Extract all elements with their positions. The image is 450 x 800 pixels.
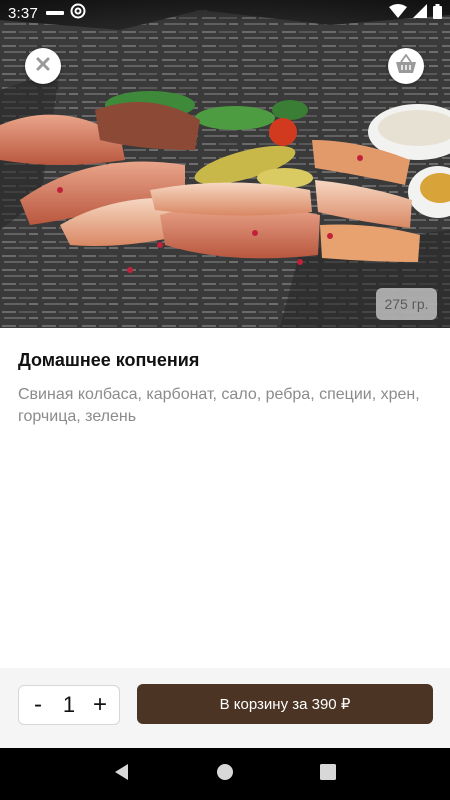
- recents-button[interactable]: [308, 754, 348, 794]
- product-photo-illustration: [0, 10, 450, 328]
- status-left-icons: [46, 3, 86, 23]
- back-button[interactable]: [102, 754, 142, 794]
- close-button[interactable]: [25, 48, 61, 84]
- home-button[interactable]: [205, 754, 245, 794]
- status-time: 3:37: [8, 4, 38, 22]
- quantity-value: 1: [62, 692, 76, 717]
- at-sign-icon: [70, 3, 86, 23]
- cart-button[interactable]: [388, 48, 424, 84]
- close-icon: [36, 57, 50, 76]
- bottom-action-bar: - 1 + В корзину за 390 ₽: [0, 668, 450, 748]
- decrement-button[interactable]: -: [27, 686, 49, 724]
- back-icon: [113, 763, 131, 786]
- product-description: Свиная колбаса, карбонат, сало, ребра, с…: [18, 386, 420, 425]
- recents-icon: [320, 763, 337, 785]
- battery-icon: [433, 3, 442, 23]
- status-bar: 3:37: [0, 0, 450, 26]
- add-to-cart-button[interactable]: В корзину за 390 ₽: [137, 684, 433, 724]
- quantity-stepper: - 1 +: [18, 685, 120, 725]
- home-icon: [216, 763, 234, 786]
- navigation-bar: [0, 748, 450, 800]
- basket-icon: [395, 52, 417, 79]
- wifi-icon: [389, 4, 407, 22]
- increment-button[interactable]: +: [89, 686, 111, 724]
- notification-icon: [46, 5, 64, 22]
- product-image: [0, 0, 450, 328]
- product-title: Домашнее копчения: [18, 350, 200, 370]
- add-to-cart-label: В корзину за 390 ₽: [219, 696, 351, 713]
- signal-icon: [413, 4, 427, 22]
- status-right-icons: [389, 3, 442, 23]
- weight-badge: 275 гр.: [376, 288, 437, 320]
